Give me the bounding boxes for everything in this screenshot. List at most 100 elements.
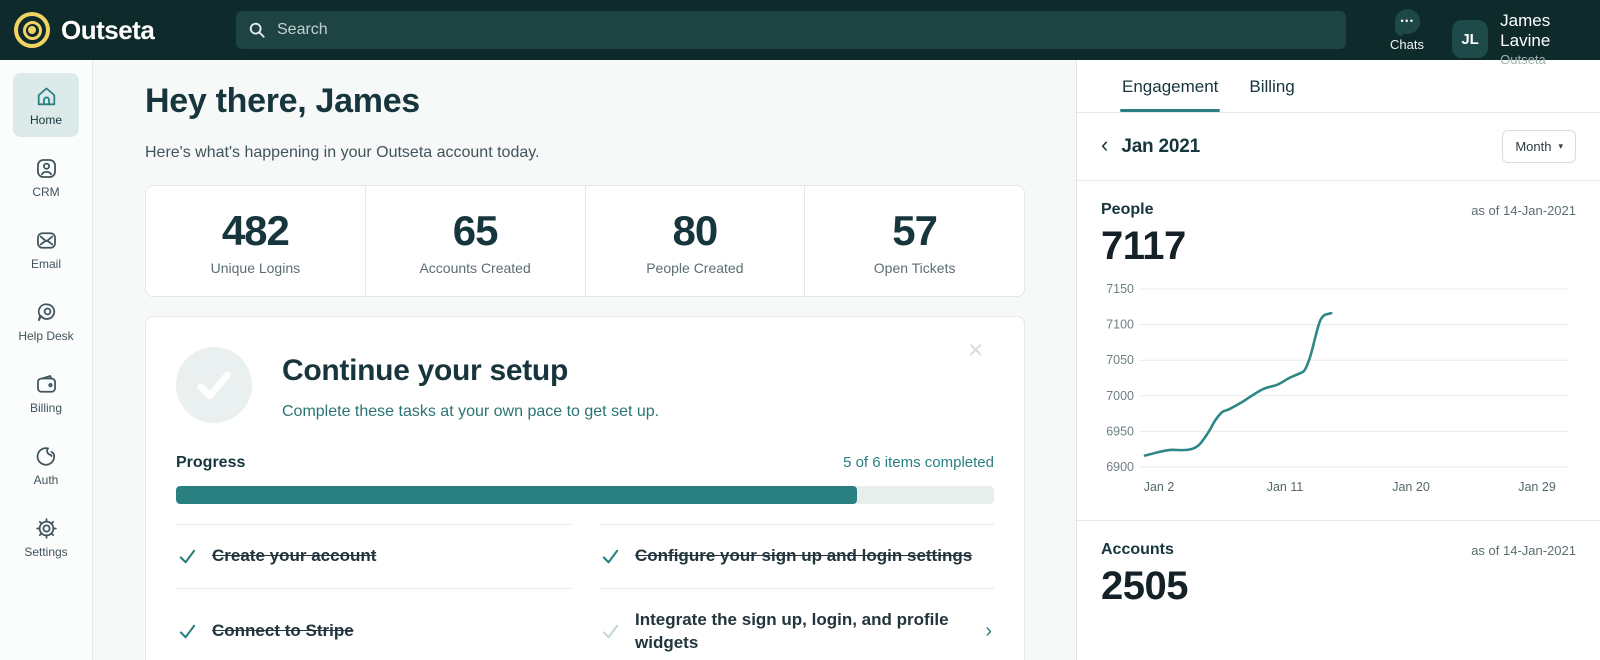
stat-label: People Created (646, 260, 743, 276)
sidebar-item-auth[interactable]: Auth (13, 433, 79, 497)
svg-text:7050: 7050 (1106, 353, 1134, 367)
search-bar[interactable] (236, 11, 1346, 49)
sidebar-item-email[interactable]: Email (13, 217, 79, 281)
stat-card: 80 People Created (585, 186, 805, 296)
stat-card: 57 Open Tickets (804, 186, 1024, 296)
sidebar-item-settings[interactable]: Settings (13, 505, 79, 569)
chats-label: Chats (1390, 37, 1424, 52)
check-icon (178, 547, 197, 566)
check-icon (601, 547, 620, 566)
people-section: People as of 14-Jan-2021 7117 6900 6950 70… (1077, 181, 1600, 521)
engagement-panel: Engagement Billing ‹ Jan 2021 Month ▾ Peo… (1076, 60, 1600, 660)
top-bar: Outseta ••• Chats JL James Lavine Outset… (0, 0, 1600, 60)
email-icon (34, 228, 59, 253)
svg-text:Jan 11: Jan 11 (1267, 480, 1304, 494)
setup-task[interactable]: Configure your sign up and login setting… (599, 524, 994, 588)
sidebar-item-label: CRM (32, 185, 59, 199)
setup-task[interactable]: Connect to Stripe (176, 588, 571, 660)
task-label: Configure your sign up and login setting… (635, 545, 972, 568)
svg-text:Jan 2: Jan 2 (1144, 480, 1175, 494)
stat-value: 57 (892, 207, 937, 255)
period-label: Jan 2021 (1121, 136, 1200, 158)
bullseye-logo-icon (14, 12, 50, 48)
page-subtitle: Here's what's happening in your Outseta … (145, 144, 1076, 162)
people-trend-line (1145, 313, 1331, 455)
home-icon (34, 84, 59, 109)
panel-tabs: Engagement Billing (1077, 60, 1600, 113)
people-line-chart: 690069507000705071007150Jan 2Jan 11Jan 2… (1101, 273, 1576, 512)
crm-icon (34, 156, 59, 181)
task-label: Integrate the sign up, login, and profil… (635, 609, 970, 655)
user-name: James Lavine (1500, 11, 1600, 50)
sidebar-item-label: Auth (34, 473, 59, 487)
svg-text:7000: 7000 (1106, 389, 1134, 403)
svg-text:Jan 20: Jan 20 (1392, 480, 1430, 494)
svg-text:6950: 6950 (1106, 424, 1134, 438)
sidebar-item-crm[interactable]: CRM (13, 145, 79, 209)
sidebar-item-label: Email (31, 257, 61, 271)
sidebar-item-home[interactable]: Home (13, 73, 79, 137)
people-section-title: People (1101, 201, 1153, 219)
stats-card: 482 Unique Logins 65 Accounts Created 80 Peop… (145, 185, 1025, 297)
auth-icon (34, 444, 59, 469)
sidebar-item-label: Help Desk (18, 329, 73, 343)
sidebar-item-billing[interactable]: Billing (13, 361, 79, 425)
sidebar-item-label: Home (30, 113, 62, 127)
sidebar-nav: Home CRM Email Help Desk Billing Auth Settings (0, 60, 93, 660)
stat-value: 482 (222, 207, 289, 255)
stat-label: Open Tickets (874, 260, 956, 276)
chat-bubble-icon: ••• (1395, 9, 1420, 34)
tab-engagement[interactable]: Engagement (1122, 77, 1218, 112)
avatar: JL (1452, 20, 1488, 58)
close-icon[interactable]: ✕ (967, 341, 984, 361)
brand-name: Outseta (61, 15, 154, 46)
period-selector-button[interactable]: Month ▾ (1502, 130, 1576, 163)
setup-card: ✕ Continue your setup Complete these tas… (145, 316, 1025, 660)
svg-text:7100: 7100 (1106, 318, 1134, 332)
svg-text:Jan 29: Jan 29 (1518, 480, 1556, 494)
search-input[interactable] (277, 21, 1334, 39)
tab-billing[interactable]: Billing (1249, 77, 1294, 112)
chevron-down-icon: ▾ (1558, 141, 1563, 152)
search-icon (248, 21, 266, 39)
page-title: Hey there, James (145, 82, 1076, 121)
stat-card: 65 Accounts Created (365, 186, 585, 296)
previous-period-chevron-icon[interactable]: ‹ (1101, 134, 1108, 159)
billing-icon (34, 372, 59, 397)
user-org: Outseta (1500, 52, 1600, 67)
check-icon (178, 622, 197, 641)
main-content: Hey there, James Here's what's happening… (94, 60, 1076, 660)
stat-value: 80 (673, 207, 718, 255)
svg-text:6900: 6900 (1106, 460, 1134, 474)
stat-label: Unique Logins (211, 260, 301, 276)
accounts-as-of-date: as of 14-Jan-2021 (1471, 543, 1576, 558)
task-label: Create your account (212, 545, 376, 568)
outseta-logo[interactable]: Outseta (0, 12, 154, 48)
setup-title: Continue your setup (282, 354, 659, 388)
accounts-section-title: Accounts (1101, 541, 1174, 559)
setup-task[interactable]: Create your account (176, 524, 571, 588)
sidebar-item-label: Settings (24, 545, 67, 559)
sidebar-item-help-desk[interactable]: Help Desk (13, 289, 79, 353)
progress-label: Progress (176, 454, 245, 472)
progress-bar-fill (176, 486, 857, 504)
people-as-of-date: as of 14-Jan-2021 (1471, 203, 1576, 218)
check-icon (601, 622, 620, 641)
setup-task[interactable]: Integrate the sign up, login, and profil… (599, 588, 994, 660)
help-desk-icon (34, 300, 59, 325)
stat-label: Accounts Created (419, 260, 530, 276)
stat-value: 65 (453, 207, 498, 255)
accounts-count: 2505 (1101, 564, 1576, 609)
user-menu[interactable]: JL James Lavine Outseta (1452, 11, 1600, 67)
chats-button[interactable]: ••• Chats (1384, 9, 1430, 52)
accounts-section: Accounts as of 14-Jan-2021 2505 (1077, 521, 1600, 609)
people-count: 7117 (1101, 224, 1576, 269)
progress-status: 5 of 6 items completed (843, 454, 994, 471)
progress-bar (176, 486, 994, 504)
chevron-right-icon: › (985, 620, 992, 643)
settings-icon (34, 516, 59, 541)
setup-task-list: Create your account Configure your sign u… (176, 524, 994, 660)
task-label: Connect to Stripe (212, 620, 354, 643)
stat-card: 482 Unique Logins (146, 186, 365, 296)
sidebar-item-label: Billing (30, 401, 62, 415)
